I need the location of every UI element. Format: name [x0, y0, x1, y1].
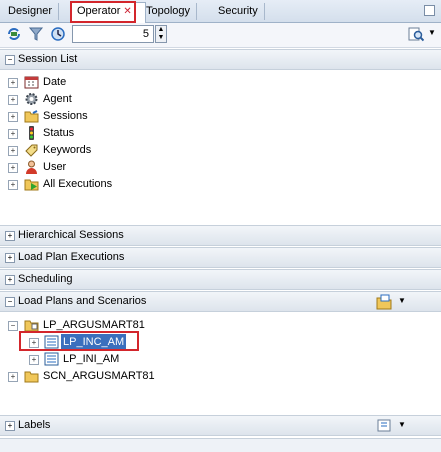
tab-bar: Designer Operator ✕ Topology Security: [0, 0, 441, 23]
folder-icon: [24, 110, 39, 123]
expand-icon[interactable]: +: [8, 146, 18, 156]
scheduling-header[interactable]: + Scheduling: [0, 269, 441, 290]
section-title: Session List: [18, 53, 78, 65]
section-title: Hierarchical Sessions: [18, 229, 124, 241]
folder-icon: [24, 320, 39, 332]
stepper-up-icon[interactable]: ▲: [156, 26, 166, 34]
filter-icon[interactable]: [28, 26, 44, 42]
folder-play-icon: [24, 179, 39, 191]
tree-item-label: User: [43, 161, 67, 173]
folder-add-icon[interactable]: [376, 294, 398, 310]
tab-label: Topology: [146, 5, 191, 17]
load-plans-scenarios-header[interactable]: − Load Plans and Scenarios ▼: [0, 291, 441, 312]
section-title: Load Plans and Scenarios: [18, 295, 147, 307]
session-list-header[interactable]: − Session List: [0, 49, 441, 70]
tree-item-label: Status: [43, 127, 75, 139]
tab-topology[interactable]: Topology: [140, 3, 198, 20]
search-icon[interactable]: [408, 26, 424, 42]
highlight-box: [19, 331, 139, 351]
expand-icon[interactable]: +: [8, 112, 18, 122]
tree-item-label: Keywords: [43, 144, 92, 156]
maximize-icon[interactable]: [424, 5, 435, 16]
folder-icon: [24, 371, 39, 383]
labels-header[interactable]: + Labels ▼: [0, 415, 441, 436]
tree-item-label: Agent: [43, 93, 72, 105]
gear-icon: [25, 93, 38, 105]
section-title: Scheduling: [18, 273, 73, 285]
collapse-icon[interactable]: −: [5, 297, 15, 307]
tab-security[interactable]: Security: [212, 3, 265, 20]
expand-icon[interactable]: +: [5, 421, 15, 431]
chevron-down-icon[interactable]: ▼: [398, 296, 406, 305]
label-add-icon[interactable]: [376, 418, 398, 434]
expand-icon[interactable]: +: [29, 355, 39, 365]
session-count-input[interactable]: 5: [72, 25, 154, 43]
expand-icon[interactable]: +: [8, 129, 18, 139]
toolbar: 5 ▲ ▼ ▼: [0, 23, 441, 48]
section-title: Load Plan Executions: [18, 251, 125, 263]
expand-icon[interactable]: +: [8, 95, 18, 105]
chevron-down-icon[interactable]: ▼: [428, 28, 436, 37]
tree-item-label: SCN_ARGUSMART81: [43, 370, 155, 382]
expand-icon[interactable]: +: [8, 372, 18, 382]
tree-item-label: LP_INI_AM: [63, 353, 120, 365]
collapse-icon[interactable]: −: [5, 55, 15, 65]
tag-icon: [25, 144, 38, 157]
expand-icon[interactable]: +: [5, 231, 15, 241]
expand-icon[interactable]: +: [5, 253, 15, 263]
auto-refresh-icon[interactable]: [50, 26, 66, 42]
traffic-light-icon: [29, 126, 34, 140]
user-icon: [26, 160, 37, 174]
highlight-box: [70, 1, 136, 23]
load-plan-executions-header[interactable]: + Load Plan Executions: [0, 247, 441, 268]
load-plan-icon: [44, 352, 59, 366]
collapse-icon[interactable]: −: [8, 321, 18, 331]
tab-label: Designer: [8, 5, 53, 17]
calendar-icon: [24, 76, 39, 89]
section-title: Labels: [18, 419, 51, 431]
refresh-icon[interactable]: [6, 26, 22, 42]
expand-icon[interactable]: +: [5, 275, 15, 285]
expand-icon[interactable]: +: [8, 163, 18, 173]
splitter-handle[interactable]: [0, 438, 441, 452]
tab-designer[interactable]: Designer: [2, 3, 60, 20]
tree-item-label: Date: [43, 76, 67, 88]
tab-label: Security: [218, 5, 258, 17]
stepper-down-icon[interactable]: ▼: [156, 34, 166, 42]
count-stepper[interactable]: ▲ ▼: [155, 25, 167, 43]
expand-icon[interactable]: +: [8, 180, 18, 190]
chevron-down-icon[interactable]: ▼: [398, 420, 406, 429]
hierarchical-sessions-header[interactable]: + Hierarchical Sessions: [0, 225, 441, 246]
tree-item-label: Sessions: [43, 110, 88, 122]
tree-item-label: All Executions: [43, 178, 113, 190]
expand-icon[interactable]: +: [8, 78, 18, 88]
